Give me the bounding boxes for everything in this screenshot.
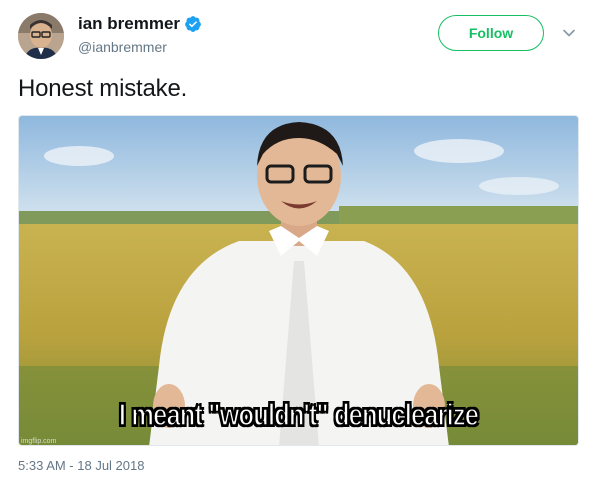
author-name-row[interactable]: ian bremmer bbox=[78, 14, 202, 34]
watermark: imgflip.com bbox=[21, 438, 57, 445]
tweet-timestamp[interactable]: 5:33 AM - 18 Jul 2018 bbox=[18, 458, 144, 474]
meme-caption: I meant "wouldn't" denuclearize bbox=[118, 396, 479, 433]
author-handle[interactable]: @ianbremmer bbox=[78, 38, 167, 56]
tweet-media-image[interactable]: I meant "wouldn't" denuclearize imgflip.… bbox=[18, 115, 579, 446]
chevron-down-icon[interactable] bbox=[562, 26, 576, 40]
avatar[interactable] bbox=[18, 13, 64, 59]
follow-button[interactable]: Follow bbox=[438, 15, 544, 51]
author-display-name[interactable]: ian bremmer bbox=[78, 14, 180, 34]
verified-badge-icon bbox=[185, 16, 201, 32]
tweet-text: Honest mistake. bbox=[18, 75, 188, 102]
